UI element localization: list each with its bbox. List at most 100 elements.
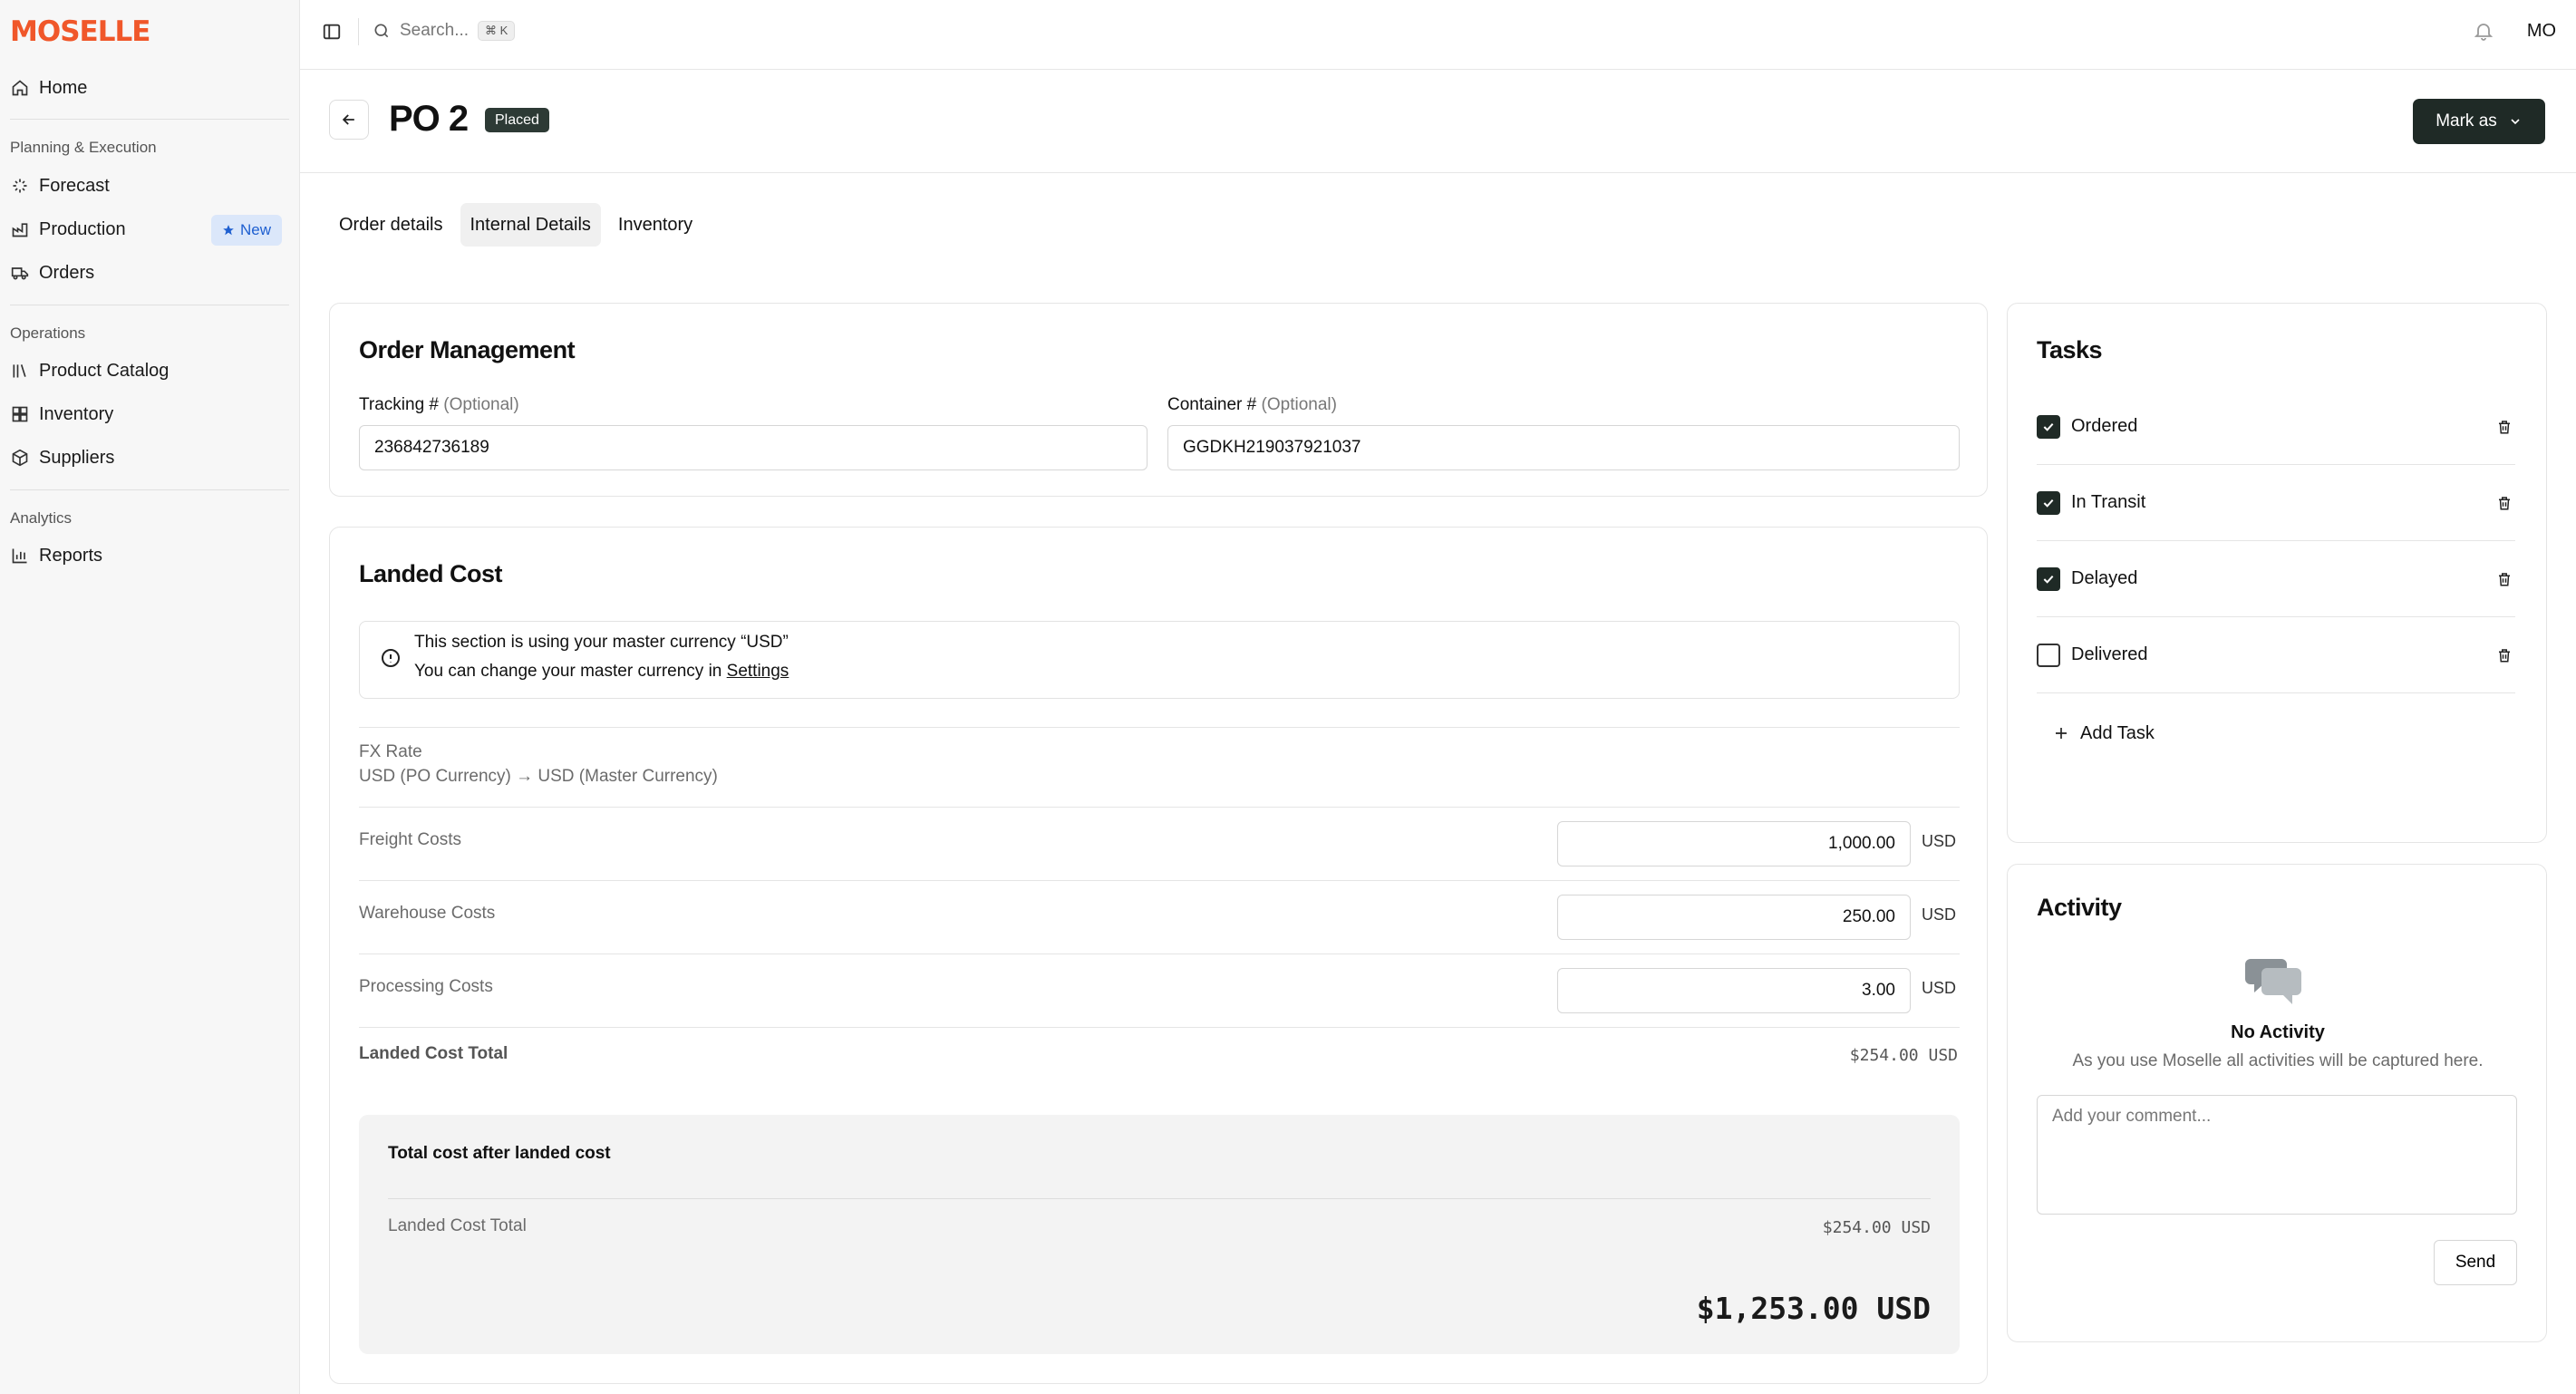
optional-hint: (Optional) <box>1261 395 1337 414</box>
new-badge-label: New <box>239 221 271 238</box>
freight-costs-input[interactable] <box>1557 821 1911 866</box>
sidebar-item-label: Orders <box>39 262 95 283</box>
landed-cost-card: Landed Cost This section is using your m… <box>329 527 1988 1384</box>
section-title-analytics: Analytics <box>10 509 73 527</box>
back-button[interactable] <box>329 100 369 140</box>
trash-icon[interactable] <box>2494 415 2515 439</box>
sidebar-item-orders[interactable]: Orders <box>10 253 282 293</box>
tab-order-details[interactable]: Order details <box>329 203 453 247</box>
sidebar-divider <box>10 119 289 120</box>
sidebar-item-reports[interactable]: Reports <box>10 536 282 576</box>
tasks-card: Tasks Ordered In Transit Delayed Deliver… <box>2007 303 2547 843</box>
bar-chart-icon <box>10 546 30 566</box>
sidebar-item-product-catalog[interactable]: Product Catalog <box>10 351 282 391</box>
star-icon <box>223 225 234 236</box>
comment-input[interactable] <box>2037 1095 2517 1215</box>
sidebar-item-inventory[interactable]: Inventory <box>10 394 282 434</box>
section-title-planning: Planning & Execution <box>10 139 157 156</box>
add-task-label: Add Task <box>2080 722 2155 743</box>
task-label: Delayed <box>2071 568 2138 588</box>
section-title-operations: Operations <box>10 324 86 342</box>
check-icon <box>2043 422 2054 431</box>
landed-cost-total-label: Landed Cost Total <box>359 1044 508 1063</box>
no-activity-title: No Activity <box>2231 1022 2325 1042</box>
trash-icon[interactable] <box>2494 567 2515 591</box>
sidebar-item-label: Production <box>39 218 126 239</box>
task-label: Delivered <box>2071 644 2148 664</box>
task-item: Delayed <box>2037 541 2515 617</box>
mark-as-label: Mark as <box>2436 111 2497 131</box>
processing-costs-input[interactable] <box>1557 968 1911 1013</box>
task-label: Ordered <box>2071 416 2138 436</box>
logo-text: MOSELLE <box>10 15 150 48</box>
tab-internal-details[interactable]: Internal Details <box>460 203 601 247</box>
total-summary: Total cost after landed cost Landed Cost… <box>359 1115 1960 1354</box>
row-divider <box>359 807 1960 808</box>
sidebar-item-home[interactable]: Home <box>10 68 282 108</box>
notice-line-1: This section is using your master curren… <box>414 633 789 652</box>
home-icon <box>10 78 30 98</box>
task-checkbox[interactable] <box>2037 490 2060 515</box>
task-checkbox[interactable] <box>2037 643 2060 667</box>
task-checkbox[interactable] <box>2037 414 2060 439</box>
task-checkbox[interactable] <box>2037 566 2060 591</box>
currency-unit: USD <box>1922 905 1957 924</box>
avatar[interactable]: MO <box>2520 11 2563 51</box>
chat-bubbles-icon <box>2245 959 2301 1004</box>
new-badge: New <box>210 215 282 246</box>
task-item: Ordered <box>2037 389 2515 465</box>
processing-costs-label: Processing Costs <box>359 977 493 996</box>
search-input[interactable]: Search... ⌘ K <box>373 15 516 47</box>
sidebar-item-label: Reports <box>39 545 103 566</box>
trash-icon[interactable] <box>2494 644 2515 667</box>
sidebar-item-forecast[interactable]: Forecast <box>10 166 282 206</box>
fx-rate-label: FX Rate <box>359 742 422 761</box>
topbar: Search... ⌘ K MO <box>300 0 2576 70</box>
bell-icon[interactable] <box>2469 16 2498 45</box>
topbar-divider <box>358 18 359 45</box>
sidebar-item-production[interactable]: Production New <box>10 209 282 249</box>
landed-cost-total-value: $254.00 USD <box>1849 1046 1958 1065</box>
currency-unit: USD <box>1922 832 1957 850</box>
page-title: PO 2 <box>389 99 469 139</box>
summary-landed-value: $254.00 USD <box>1822 1218 1931 1237</box>
mark-as-button[interactable]: Mark as <box>2413 99 2545 144</box>
tabs: Order details Internal Details Inventory <box>329 203 702 247</box>
sidebar-divider <box>10 489 289 490</box>
sidebar-item-label: Suppliers <box>39 447 115 468</box>
summary-landed-label: Landed Cost Total <box>388 1216 527 1235</box>
tasks-title: Tasks <box>2037 336 2103 363</box>
add-task-button[interactable]: Add Task <box>2053 717 2155 750</box>
task-label: In Transit <box>2071 492 2146 512</box>
row-divider <box>359 1027 1960 1028</box>
plus-icon <box>2056 728 2067 739</box>
warehouse-costs-label: Warehouse Costs <box>359 904 496 923</box>
notice-line-2: You can change your master currency in S… <box>414 662 789 682</box>
trash-icon[interactable] <box>2494 491 2515 515</box>
tracking-label: Tracking # (Optional) <box>359 395 519 415</box>
activity-card: Activity No Activity As you use Moselle … <box>2007 864 2547 1342</box>
settings-link[interactable]: Settings <box>727 662 789 681</box>
tab-inventory[interactable]: Inventory <box>608 203 702 247</box>
tracking-label-text: Tracking # <box>359 395 439 414</box>
task-item: In Transit <box>2037 465 2515 541</box>
row-divider <box>359 880 1960 881</box>
send-button[interactable]: Send <box>2434 1240 2517 1285</box>
summary-divider <box>388 1198 1931 1199</box>
sidebar-toggle-icon[interactable] <box>318 18 345 45</box>
factory-icon <box>10 219 30 239</box>
check-icon <box>2043 499 2054 508</box>
container-label-text: Container # <box>1167 395 1257 414</box>
container-label: Container # (Optional) <box>1167 395 1337 415</box>
tracking-number-input[interactable] <box>359 425 1148 470</box>
package-icon <box>10 448 30 468</box>
sidebar-item-suppliers[interactable]: Suppliers <box>10 438 282 478</box>
container-number-input[interactable] <box>1167 425 1960 470</box>
status-badge: Placed <box>485 108 549 132</box>
summary-title: Total cost after landed cost <box>388 1144 611 1163</box>
moselle-logo[interactable]: MOSELLE <box>10 15 150 48</box>
sidebar-item-label: Inventory <box>39 403 114 424</box>
warehouse-costs-input[interactable] <box>1557 895 1911 940</box>
freight-costs-label: Freight Costs <box>359 830 461 849</box>
fx-rate-value: USD (PO Currency) → USD (Master Currency… <box>359 767 718 786</box>
